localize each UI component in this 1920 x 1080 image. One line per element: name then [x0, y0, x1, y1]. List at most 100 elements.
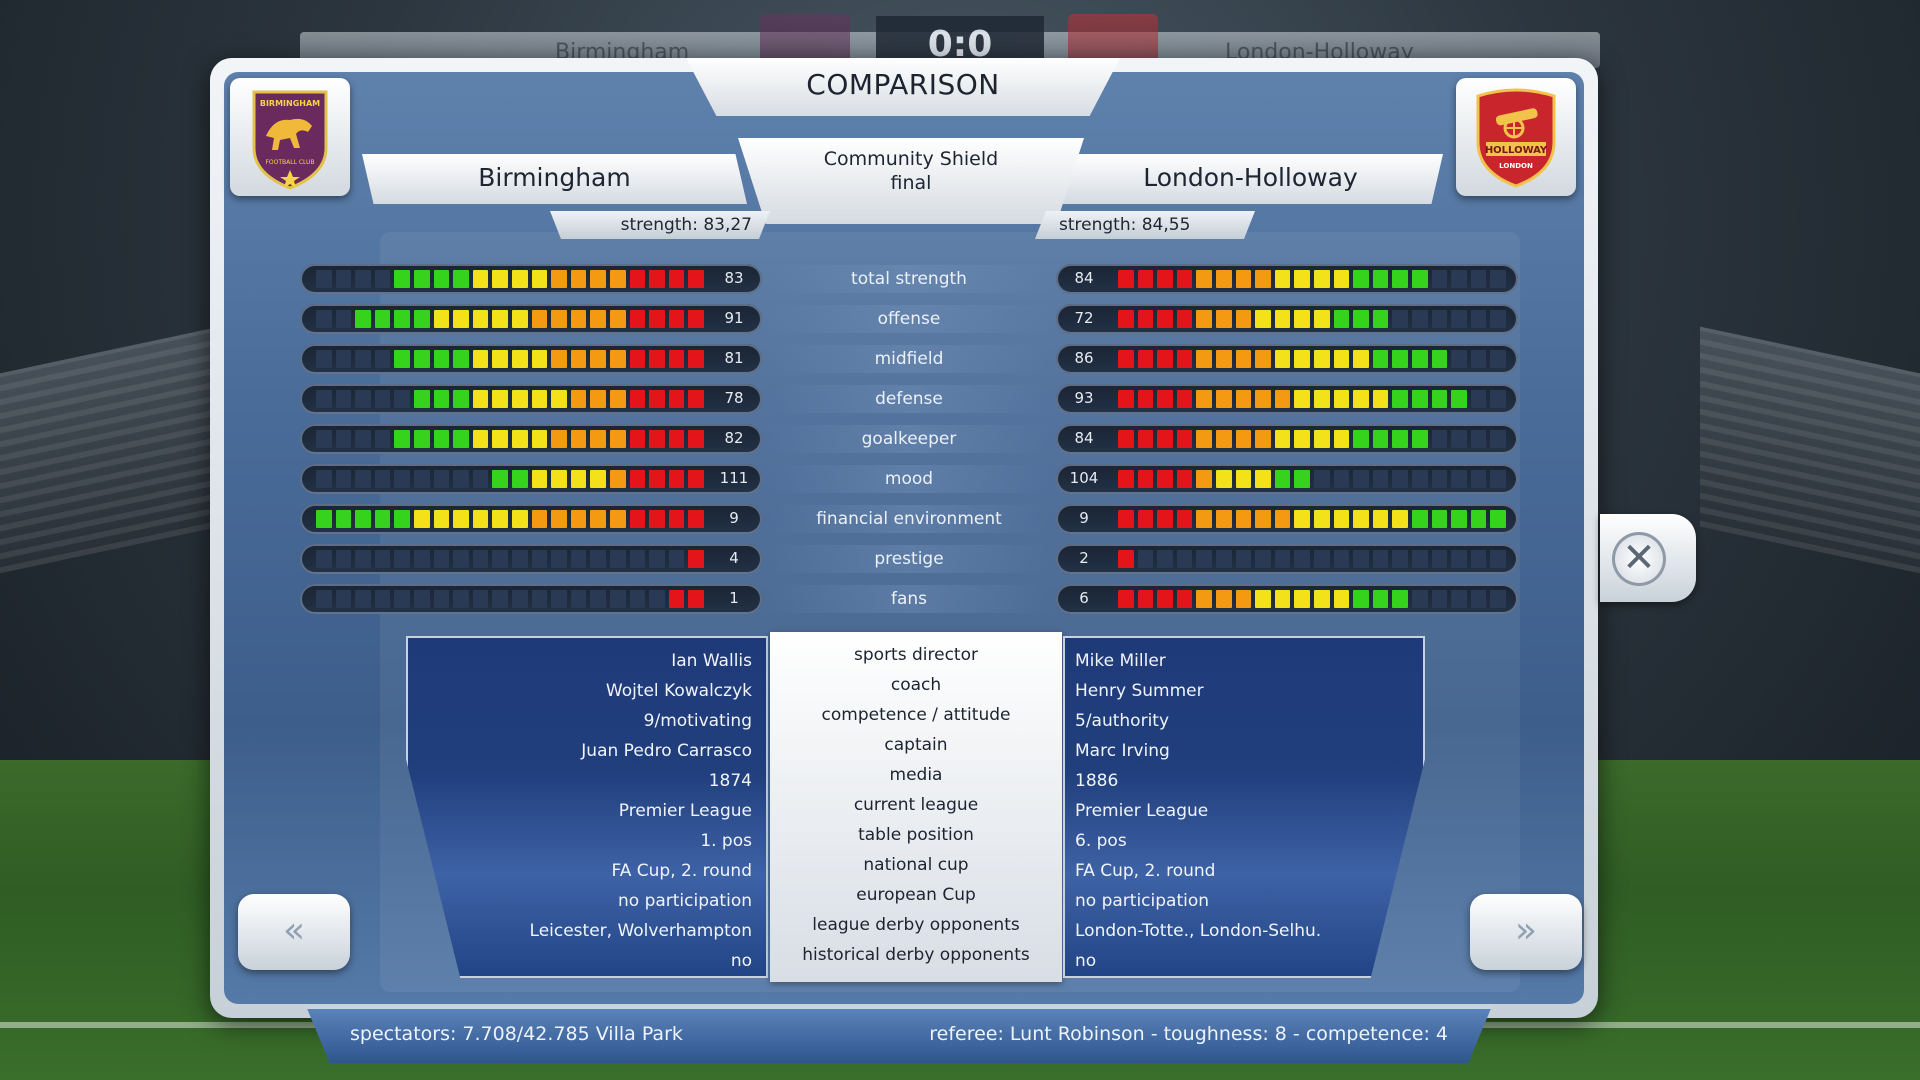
bar-segment: [1392, 550, 1408, 568]
away-info-value: Mike Miller: [1075, 651, 1166, 671]
previous-button[interactable]: «: [238, 894, 350, 970]
bar-segment: [1431, 430, 1448, 448]
away-stat-bar: 9: [1056, 504, 1518, 534]
bar-segment: [1137, 310, 1154, 328]
home-stat-value: 83: [724, 269, 744, 287]
bar-segment: [1137, 550, 1154, 568]
bar-segment: [1157, 550, 1173, 568]
bar-segment: [453, 350, 469, 368]
bar-segment: [1235, 270, 1252, 288]
bar-segment: [1470, 470, 1487, 488]
bar-segment: [1333, 590, 1350, 608]
event-stage: final: [890, 172, 932, 194]
info-label: national cup: [863, 855, 969, 875]
bar-segment: [1196, 590, 1212, 608]
bar-segment: [1353, 590, 1369, 608]
bar-segment: [335, 470, 352, 488]
stat-bar-segments: [1118, 350, 1506, 368]
bar-segment: [1196, 390, 1212, 408]
bar-segment: [1392, 350, 1408, 368]
bar-segment: [316, 430, 332, 448]
bar-segment: [590, 550, 606, 568]
stat-bar-segments: [1118, 470, 1506, 488]
bar-segment: [511, 390, 528, 408]
bar-segment: [649, 470, 665, 488]
home-stat-value: 4: [729, 549, 739, 567]
home-info-list: Ian Wallis Wojtel Kowalczyk 9/motivating Ju…: [408, 646, 766, 976]
bar-segment: [1411, 510, 1428, 528]
bar-segment: [590, 310, 606, 328]
bar-segment: [492, 590, 508, 608]
bar-segment: [570, 430, 587, 448]
away-stat-value: 6: [1079, 589, 1089, 607]
bar-segment: [1118, 510, 1134, 528]
bar-segment: [433, 470, 450, 488]
bar-segment: [609, 550, 626, 568]
bar-segment: [1176, 390, 1193, 408]
bar-segment: [1353, 510, 1369, 528]
stat-label: offense: [770, 305, 1048, 333]
bar-segment: [374, 390, 391, 408]
spectators-info: spectators: 7.708/42.785 Villa Park: [350, 1023, 683, 1045]
bar-segment: [1490, 590, 1506, 608]
bar-segment: [511, 590, 528, 608]
bar-segment: [1372, 350, 1389, 368]
bar-segment: [1490, 270, 1506, 288]
bar-segment: [668, 430, 685, 448]
bar-segment: [551, 310, 567, 328]
bar-segment: [453, 430, 469, 448]
home-info-panel: Ian Wallis Wojtel Kowalczyk 9/motivating Ju…: [406, 636, 768, 978]
home-stat-bar: 83: [300, 264, 762, 294]
bar-segment: [1255, 350, 1271, 368]
bar-segment: [374, 270, 391, 288]
bar-segment: [1313, 430, 1330, 448]
bar-segment: [668, 470, 685, 488]
bar-segment: [1431, 350, 1448, 368]
bar-segment: [1451, 350, 1467, 368]
stat-label: prestige: [770, 545, 1048, 573]
bar-segment: [531, 310, 548, 328]
bar-segment: [1470, 350, 1487, 368]
bar-segment: [531, 550, 548, 568]
away-crest-frame: HOLLOWAY LONDON: [1456, 78, 1576, 196]
bar-segment: [1196, 550, 1212, 568]
bar-segment: [1313, 510, 1330, 528]
bar-segment: [609, 590, 626, 608]
bar-segment: [570, 590, 587, 608]
bar-segment: [688, 550, 704, 568]
bar-segment: [1392, 430, 1408, 448]
stat-label: defense: [770, 385, 1048, 413]
stat-bar-segments: [316, 430, 704, 448]
bar-segment: [453, 470, 469, 488]
bar-segment: [1255, 590, 1271, 608]
bar-segment: [1353, 430, 1369, 448]
away-stat-value: 72: [1074, 309, 1094, 327]
close-button[interactable]: ✕: [1600, 514, 1696, 602]
stat-row: 9 9 financial environment: [300, 502, 1518, 536]
bar-segment: [413, 270, 430, 288]
bar-segment: [1392, 510, 1408, 528]
bar-segment: [472, 470, 489, 488]
bar-segment: [355, 590, 371, 608]
bar-segment: [688, 390, 704, 408]
away-info-value: no participation: [1075, 891, 1210, 911]
bar-segment: [1157, 510, 1173, 528]
away-team-plate: London-Holloway: [1058, 154, 1443, 204]
bar-segment: [453, 270, 469, 288]
home-info-value: Leicester, Wolverhampton: [529, 921, 752, 941]
next-button[interactable]: »: [1470, 894, 1582, 970]
bar-segment: [688, 510, 704, 528]
bar-segment: [570, 470, 587, 488]
bar-segment: [335, 510, 352, 528]
bar-segment: [1118, 430, 1134, 448]
bar-segment: [1274, 270, 1291, 288]
bar-segment: [1333, 390, 1350, 408]
bar-segment: [590, 430, 606, 448]
bar-segment: [1196, 470, 1212, 488]
bar-segment: [1274, 590, 1291, 608]
bar-segment: [394, 470, 410, 488]
bar-segment: [316, 470, 332, 488]
bar-segment: [1118, 470, 1134, 488]
home-stat-value: 82: [724, 429, 744, 447]
bar-segment: [1333, 350, 1350, 368]
